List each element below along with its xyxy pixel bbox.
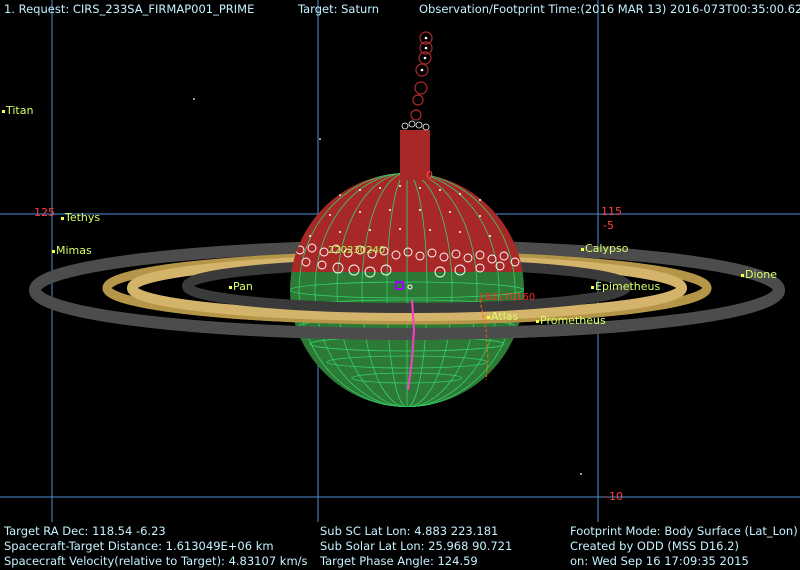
moon-label: Calypso <box>585 242 629 255</box>
ra-dec-readout: Target RA Dec: 118.54 -6.23 <box>4 524 166 538</box>
moon-atlas: Atlas <box>487 310 518 323</box>
moon-label: Tethys <box>65 211 101 224</box>
moon-marker-icon <box>741 273 744 277</box>
moon-label: Epimetheus <box>595 280 661 293</box>
moon-marker-icon <box>52 249 55 253</box>
viewer-canvas: 1. Request: CIRS_233SA_FIRMAP001_PRIME T… <box>0 0 800 570</box>
request-title: 1. Request: CIRS_233SA_FIRMAP001_PRIME <box>4 2 255 16</box>
velocity-readout: Spacecraft Velocity(relative to Target):… <box>4 554 308 568</box>
moon-marker-icon <box>229 285 232 289</box>
observation-time: Observation/Footprint Time:(2016 MAR 13)… <box>419 2 800 16</box>
moon-label: Titan <box>6 104 34 117</box>
distance-readout: Spacecraft-Target Distance: 1.613049E+06… <box>4 539 274 553</box>
moon-marker-icon <box>61 216 64 220</box>
lat-label-top: 0 <box>426 169 433 182</box>
created-on: on: Wed Sep 16 17:09:35 2015 <box>570 554 749 568</box>
dec-label-upper: -5 <box>603 219 614 232</box>
moon-marker-icon <box>591 285 594 289</box>
moon-dione: Dione <box>741 268 777 281</box>
moon-calypso: Calypso <box>581 242 628 255</box>
moon-titan: Titan <box>2 104 33 117</box>
moon-marker-icon <box>536 319 539 323</box>
moon-pan: Pan <box>229 280 253 293</box>
moon-marker-icon <box>581 247 584 251</box>
moon-label: Pan <box>233 280 253 293</box>
lon-label-left: 220230240 <box>328 245 386 256</box>
ra-label-right: 115 <box>601 205 622 218</box>
saturn-plot <box>0 0 800 522</box>
moon-tethys: Tethys <box>61 211 100 224</box>
dec-label-lower: -10 <box>605 490 623 503</box>
lon-label: 180170160 <box>478 292 536 303</box>
moon-marker-icon <box>2 109 5 113</box>
ra-label-left: 125 <box>34 206 55 219</box>
moon-label: Dione <box>745 268 777 281</box>
moon-label: Atlas <box>491 310 519 323</box>
moon-label: Prometheus <box>540 314 606 327</box>
phase-angle-readout: Target Phase Angle: 124.59 <box>320 554 478 568</box>
moon-epimetheus: Epimetheus <box>591 280 660 293</box>
footprint-mode: Footprint Mode: Body Surface (Lat_Lon) <box>570 524 798 538</box>
moon-label: Mimas <box>56 244 92 257</box>
created-by: Created by ODD (MSS D16.2) <box>570 539 739 553</box>
sub-solar-readout: Sub Solar Lat Lon: 25.968 90.721 <box>320 539 513 553</box>
saturn-body <box>290 31 524 407</box>
moon-marker-icon <box>487 315 490 319</box>
target-label: Target: Saturn <box>298 2 380 16</box>
sub-sc-readout: Sub SC Lat Lon: 4.883 223.181 <box>320 524 499 538</box>
moon-mimas: Mimas <box>52 244 92 257</box>
moon-prometheus: Prometheus <box>536 314 606 327</box>
